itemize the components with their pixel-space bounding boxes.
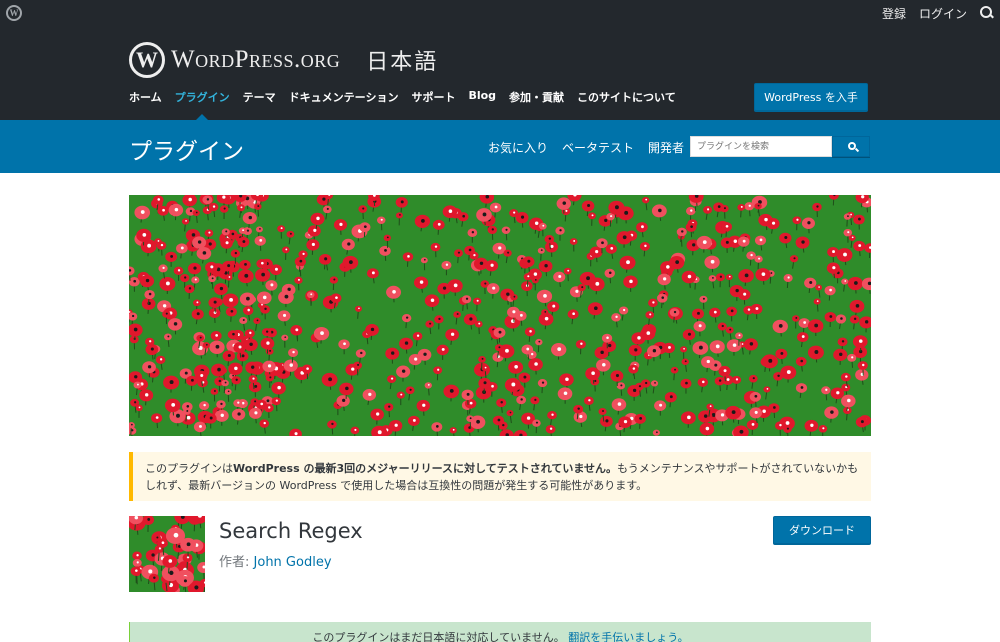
translation-notice: このプラグインはまだ日本語に対応していません。 翻訳を手伝いましょう。 [129, 622, 871, 642]
login-link[interactable]: ログイン [919, 5, 967, 22]
subnav-favorites[interactable]: お気に入り [488, 139, 548, 156]
plugin-banner-image [129, 195, 871, 436]
author-link[interactable]: John Godley [254, 555, 332, 570]
logo-wordmark: WordPress.org [171, 46, 341, 73]
translation-text: このプラグインはまだ日本語に対応していません。 [312, 631, 565, 642]
search-icon-handle [854, 147, 860, 153]
logo-locale: 日本語 [366, 50, 439, 75]
plugin-icon-image [129, 516, 205, 592]
nav-themes[interactable]: テーマ [243, 89, 276, 105]
plugin-search-input[interactable] [690, 136, 832, 157]
admin-bar-actions: 登録 ログイン [882, 0, 994, 26]
nav-home[interactable]: ホーム [129, 89, 162, 105]
notice-bold: WordPress の最新3回のメジャーリリースに対してテストされていません。 [233, 462, 618, 475]
logo-text: WordPress.org [171, 46, 340, 74]
translate-link[interactable]: 翻訳を手伝いましょう。 [568, 631, 688, 642]
nav-documentation[interactable]: ドキュメンテーション [289, 89, 399, 105]
wordpress-logo-icon: W [129, 42, 165, 78]
nav-participate[interactable]: 参加・貢献 [509, 89, 564, 105]
compatibility-warning-notice: このプラグインはWordPress の最新3回のメジャーリリースに対してテストさ… [129, 452, 871, 501]
wordpress-org-logo[interactable]: W WordPress.org 日本語 [129, 42, 438, 78]
plugin-author: 作者: John Godley [219, 551, 332, 570]
get-wordpress-button[interactable]: WordPress を入手 [754, 83, 868, 111]
search-icon[interactable] [980, 6, 994, 20]
wordpress-logo-icon[interactable]: W [6, 5, 22, 21]
download-button[interactable]: ダウンロード [773, 516, 871, 544]
main-navigation: ホーム プラグイン テーマ ドキュメンテーション サポート Blog 参加・貢献… [129, 89, 676, 120]
poppy-field-image [129, 195, 871, 436]
author-label: 作者: [219, 555, 250, 570]
plugins-subnav: お気に入り ベータテスト 開発者 [488, 139, 684, 156]
plugin-title: Search Regex [219, 519, 363, 543]
plugin-search-button[interactable] [832, 136, 870, 157]
nav-blog[interactable]: Blog [468, 89, 496, 105]
notice-lead: このプラグインは [145, 462, 233, 475]
plugin-icon [129, 516, 205, 592]
nav-support[interactable]: サポート [411, 89, 455, 105]
subnav-developers[interactable]: 開発者 [648, 139, 684, 156]
admin-bar: W 登録 ログイン [0, 0, 1000, 26]
nav-about[interactable]: このサイトについて [577, 89, 676, 105]
section-title[interactable]: プラグイン [129, 132, 244, 166]
register-link[interactable]: 登録 [882, 5, 906, 22]
subnav-beta-testing[interactable]: ベータテスト [562, 139, 634, 156]
nav-plugins[interactable]: プラグイン [175, 89, 230, 120]
